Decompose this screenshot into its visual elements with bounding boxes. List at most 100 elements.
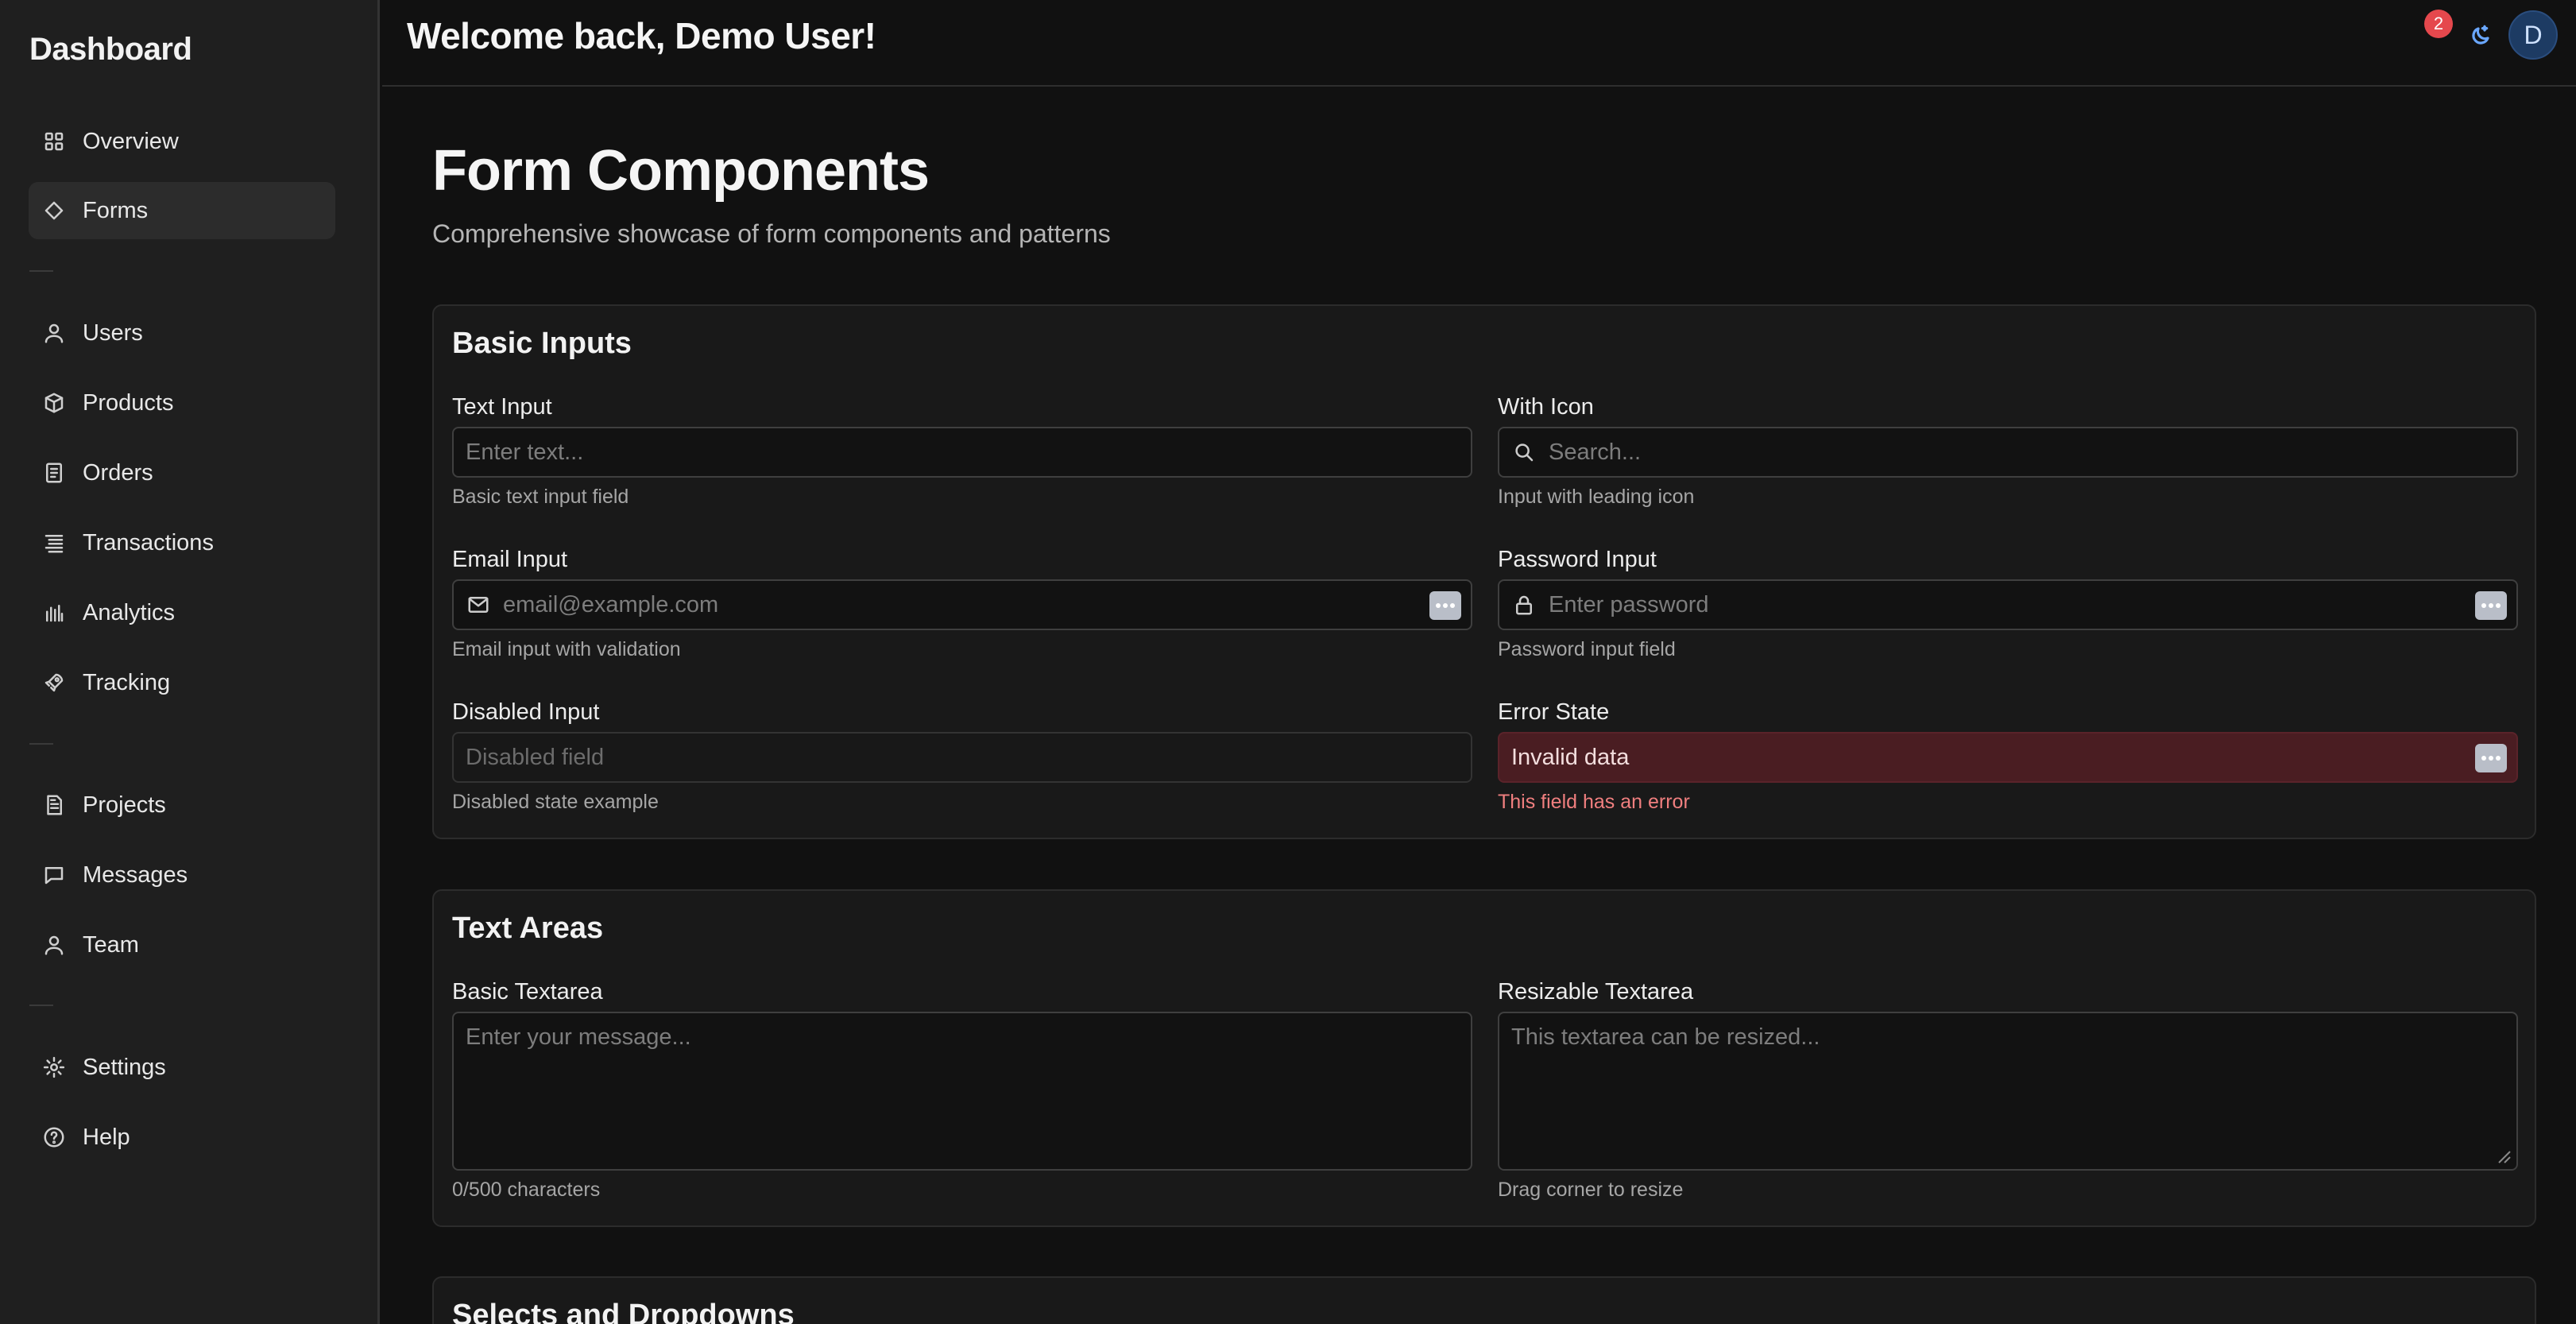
sidebar-item-label: Analytics [83, 599, 176, 625]
sidebar-item-label: Team [83, 931, 139, 958]
search-input[interactable] [1499, 428, 2516, 476]
grid-icon [41, 129, 67, 154]
sidebar-item-overview[interactable]: Overview [29, 113, 335, 170]
password-input[interactable] [1499, 581, 2516, 629]
email-input-field: Email Input Email input with validation [452, 544, 1472, 661]
character-count: 0/500 characters [452, 1179, 601, 1201]
box-icon [41, 390, 67, 416]
diamond-icon [41, 198, 67, 223]
sidebar-item-help[interactable]: Help [29, 1109, 335, 1166]
field-help: Drag corner to resize [1498, 1179, 1684, 1201]
resizable-textarea[interactable] [1499, 1013, 2516, 1169]
receipt-icon [41, 460, 67, 486]
theme-toggle-button[interactable] [2466, 19, 2497, 51]
section-title: Basic Inputs [452, 327, 632, 360]
email-input-box [452, 579, 1472, 630]
sidebar-item-forms[interactable]: Forms [29, 182, 335, 239]
text-input-field: Text Input Basic text input field [452, 392, 1472, 509]
app-root: Dashboard Overview Forms Users Products … [0, 0, 2576, 1324]
message-icon [41, 862, 67, 888]
sidebar-item-label: Projects [83, 792, 166, 818]
sidebar-item-messages[interactable]: Messages [29, 846, 335, 904]
sidebar-item-team[interactable]: Team [29, 916, 335, 974]
email-input[interactable] [454, 581, 1471, 629]
sidebar-item-tracking[interactable]: Tracking [29, 654, 335, 711]
field-help: Input with leading icon [1498, 486, 1695, 508]
more-options-button[interactable] [2475, 744, 2507, 772]
disabled-input-box [452, 732, 1472, 783]
document-icon [41, 792, 67, 818]
user-icon [41, 320, 67, 346]
mail-icon [466, 593, 490, 617]
bar-chart-icon [41, 600, 67, 625]
text-areas-card: Text Areas Basic Textarea 0/500 characte… [432, 889, 2536, 1227]
sidebar: Dashboard Overview Forms Users Products … [0, 0, 380, 1324]
resize-handle-icon[interactable] [2494, 1147, 2512, 1164]
avatar[interactable]: D [2508, 10, 2558, 60]
sidebar-item-label: Forms [83, 197, 149, 223]
sidebar-item-products[interactable]: Products [29, 374, 335, 432]
search-input-box [1498, 427, 2518, 478]
error-input-box [1498, 732, 2518, 783]
resizable-textarea-box [1498, 1012, 2518, 1171]
error-input[interactable] [1499, 734, 2516, 781]
sidebar-item-projects[interactable]: Projects [29, 776, 335, 834]
field-label: Disabled Input [452, 699, 600, 725]
gear-icon [41, 1055, 67, 1080]
basic-textarea[interactable] [454, 1013, 1471, 1169]
selects-card: Selects and Dropdowns [432, 1276, 2536, 1324]
sidebar-item-orders[interactable]: Orders [29, 444, 335, 501]
user-icon [41, 932, 67, 958]
list-icon [41, 530, 67, 556]
sidebar-item-label: Orders [83, 459, 153, 486]
field-label: Resizable Textarea [1498, 979, 1694, 1005]
resizable-textarea-field: Resizable Textarea Drag corner to resize [1498, 977, 2518, 1202]
field-help: Email input with validation [452, 638, 681, 660]
section-title: Selects and Dropdowns [452, 1299, 795, 1324]
field-label: With Icon [1498, 394, 1594, 420]
sidebar-item-users[interactable]: Users [29, 304, 335, 362]
sidebar-item-label: Transactions [83, 529, 214, 556]
password-input-box [1498, 579, 2518, 630]
nav-divider [29, 270, 53, 272]
sidebar-item-label: Settings [83, 1054, 166, 1080]
sidebar-item-label: Tracking [83, 669, 171, 695]
disabled-input [454, 734, 1471, 781]
notification-badge[interactable]: 2 [2424, 10, 2453, 38]
search-icon [1512, 440, 1536, 464]
sidebar-item-label: Users [83, 319, 143, 346]
password-input-field: Password Input Password input field [1498, 544, 2518, 661]
nav-divider [29, 743, 53, 745]
sidebar-item-settings[interactable]: Settings [29, 1039, 335, 1096]
sidebar-item-analytics[interactable]: Analytics [29, 584, 335, 641]
field-label: Error State [1498, 699, 1610, 725]
error-input-field: Error State This field has an error [1498, 697, 2518, 814]
disabled-input-field: Disabled Input Disabled state example [452, 697, 1472, 814]
help-circle-icon [41, 1125, 67, 1150]
field-help: Password input field [1498, 638, 1676, 660]
welcome-message: Welcome back, Demo User! [407, 15, 876, 56]
field-help: Basic text input field [452, 486, 629, 508]
more-options-button[interactable] [2475, 591, 2507, 620]
sidebar-item-transactions[interactable]: Transactions [29, 514, 335, 571]
rocket-icon [41, 670, 67, 695]
section-title: Text Areas [452, 912, 604, 945]
field-label: Email Input [452, 547, 568, 572]
sidebar-item-label: Overview [83, 128, 179, 154]
page-title: Form Components [432, 139, 930, 203]
basic-textarea-field: Basic Textarea 0/500 characters [452, 977, 1472, 1202]
basic-inputs-card: Basic Inputs Text Input Basic text input… [432, 304, 2536, 839]
field-label: Text Input [452, 394, 552, 420]
sidebar-brand: Dashboard [29, 32, 192, 67]
moon-icon [2472, 25, 2489, 45]
error-message: This field has an error [1498, 791, 1690, 813]
page-subtitle: Comprehensive showcase of form component… [432, 219, 1111, 248]
field-help: Disabled state example [452, 791, 659, 813]
text-input[interactable] [454, 428, 1471, 476]
sidebar-item-label: Messages [83, 861, 188, 888]
more-options-button[interactable] [1429, 591, 1461, 620]
top-header: Welcome back, Demo User! 2 D [382, 0, 2576, 87]
lock-icon [1512, 593, 1536, 617]
field-label: Basic Textarea [452, 979, 603, 1005]
text-input-box [452, 427, 1472, 478]
